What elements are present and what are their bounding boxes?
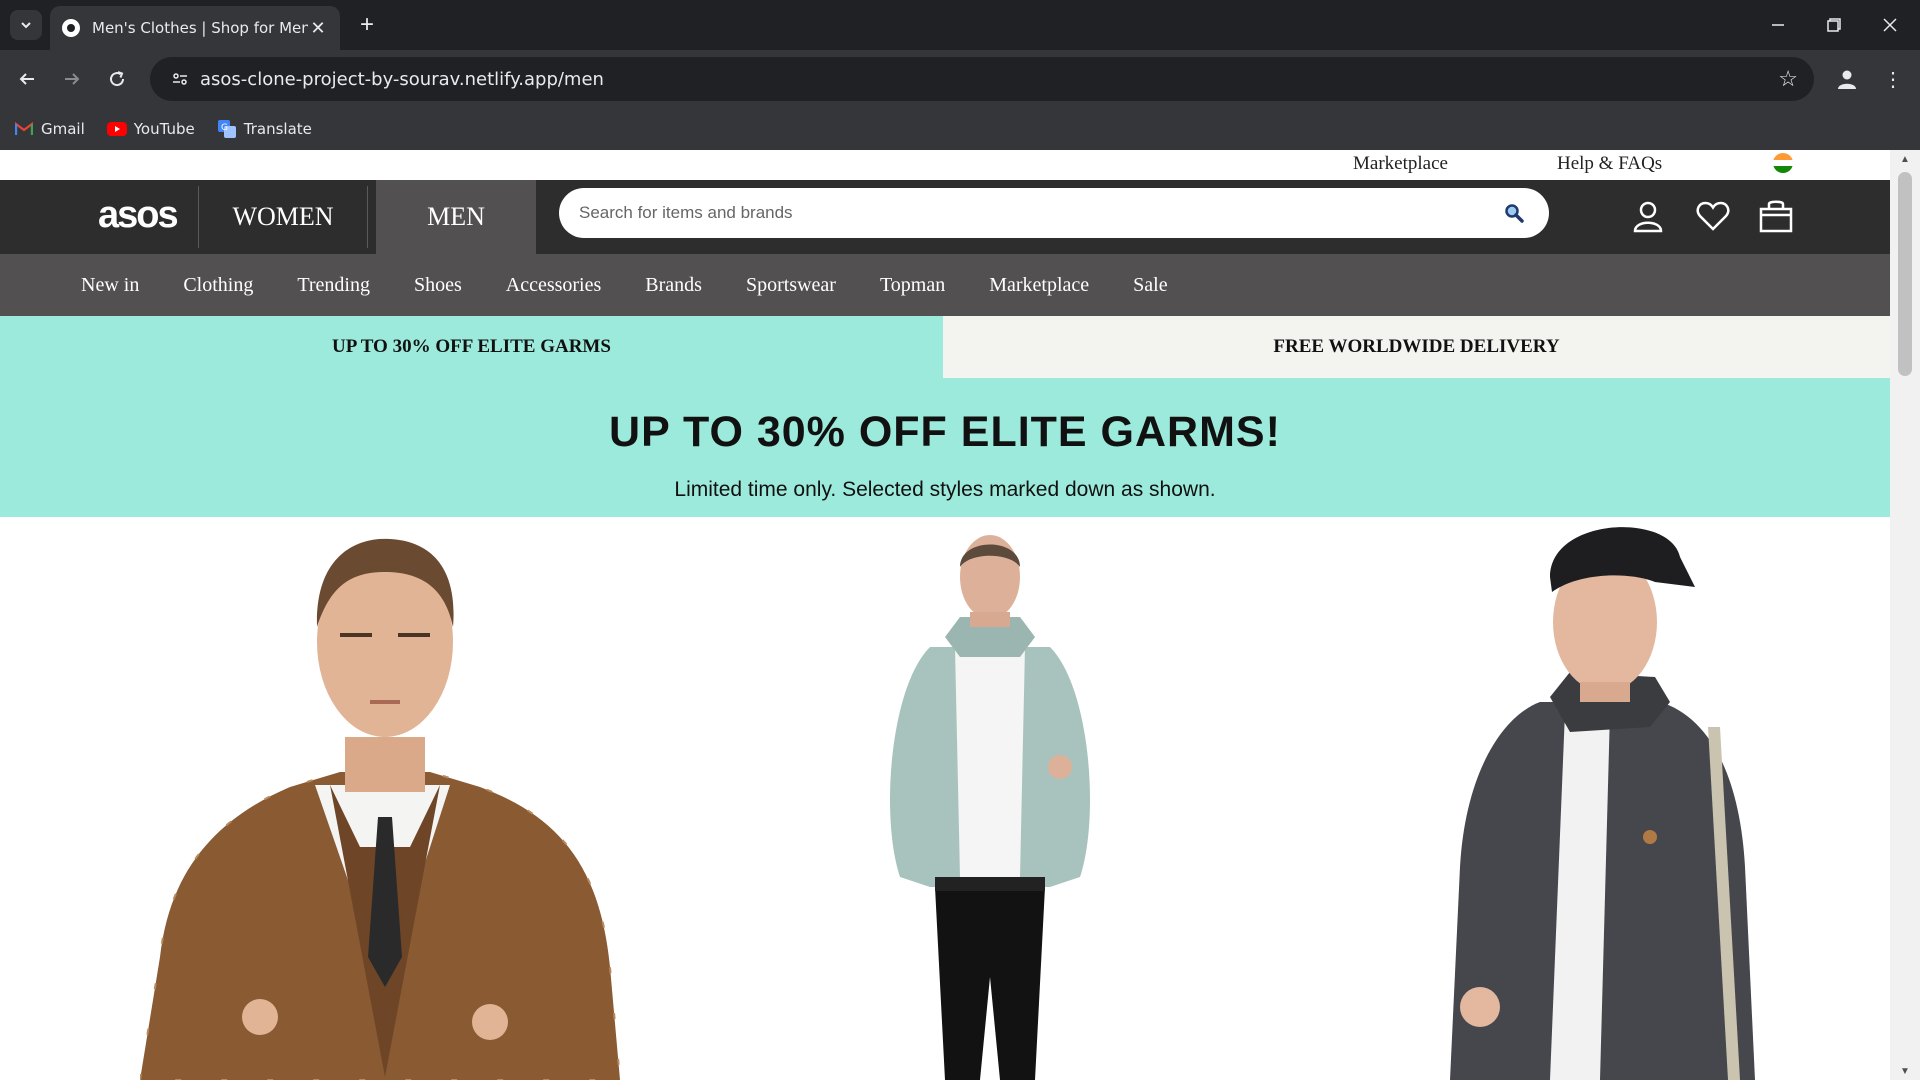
browser-toolbar: asos-clone-project-by-sourav.netlify.app… <box>0 50 1920 108</box>
bookmark-translate[interactable]: G Translate <box>217 120 312 138</box>
hero-title: UP TO 30% OFF ELITE GARMS! <box>609 408 1281 456</box>
bookmark-label: Gmail <box>41 120 85 138</box>
tab-men[interactable]: MEN <box>376 180 536 254</box>
bookmark-youtube[interactable]: YouTube <box>106 120 195 138</box>
forward-arrow-icon[interactable] <box>55 62 89 96</box>
header-divider <box>367 186 368 248</box>
site-header: asos WOMEN MEN <box>0 180 1890 254</box>
promo-strip: UP TO 30% OFF ELITE GARMS FREE WORLDWIDE… <box>0 316 1890 378</box>
scrollbar-thumb[interactable] <box>1898 172 1912 376</box>
new-tab-button[interactable]: + <box>352 10 382 40</box>
hero-subtitle: Limited time only. Selected styles marke… <box>674 478 1216 501</box>
gmail-icon <box>14 121 34 137</box>
wishlist-heart-icon[interactable] <box>1693 196 1733 236</box>
search-icon[interactable] <box>1499 198 1529 228</box>
promo-free-delivery[interactable]: FREE WORLDWIDE DELIVERY <box>943 316 1890 378</box>
minimize-icon[interactable] <box>1750 8 1806 42</box>
tab-search-button[interactable] <box>10 10 42 40</box>
india-flag-icon[interactable] <box>1773 153 1793 173</box>
shopping-bag-icon[interactable] <box>1756 196 1796 236</box>
hero-banner: UP TO 30% OFF ELITE GARMS! Limited time … <box>0 378 1890 517</box>
site-favicon-icon <box>62 19 80 37</box>
chevron-down-icon <box>21 22 31 29</box>
url-text: asos-clone-project-by-sourav.netlify.app… <box>200 68 604 90</box>
bookmark-star-icon[interactable]: ☆ <box>1778 66 1798 92</box>
browser-tab-bar: Men's Clothes | Shop for Men's ✕ + <box>0 0 1920 50</box>
page-viewport: Marketplace Help & FAQs asos WOMEN MEN S… <box>0 150 1920 1080</box>
tab-title: Men's Clothes | Shop for Men's <box>92 19 308 37</box>
category-nav: New in Clothing Trending Shoes Accessori… <box>0 254 1890 316</box>
bookmarks-bar: Gmail YouTube G Translate <box>0 108 1920 150</box>
browser-tab[interactable]: Men's Clothes | Shop for Men's ✕ <box>50 6 340 50</box>
back-arrow-icon[interactable] <box>10 62 44 96</box>
nav-item-clothing[interactable]: Clothing <box>183 274 253 297</box>
model-track-jacket-image[interactable] <box>1440 517 1760 1080</box>
nav-item-shoes[interactable]: Shoes <box>414 274 462 297</box>
youtube-icon <box>106 121 127 137</box>
nav-item-accessories[interactable]: Accessories <box>506 274 602 297</box>
tab-women[interactable]: WOMEN <box>199 180 367 254</box>
bookmark-gmail[interactable]: Gmail <box>14 120 85 138</box>
asos-logo[interactable]: asos <box>98 194 179 240</box>
promo-elite-garms[interactable]: UP TO 30% OFF ELITE GARMS <box>0 316 943 378</box>
nav-item-topman[interactable]: Topman <box>880 274 945 297</box>
nav-item-marketplace[interactable]: Marketplace <box>989 274 1089 297</box>
product-images <box>0 517 1890 1080</box>
model-brown-suit-image[interactable] <box>140 517 620 1080</box>
svg-text:G: G <box>221 123 228 133</box>
close-tab-icon[interactable]: ✕ <box>308 18 328 39</box>
search-input[interactable] <box>579 203 1499 223</box>
utility-bar: Marketplace Help & FAQs <box>0 150 1890 180</box>
account-icon[interactable] <box>1628 196 1668 236</box>
marketplace-link[interactable]: Marketplace <box>1353 153 1448 175</box>
asos-men-page: Marketplace Help & FAQs asos WOMEN MEN S… <box>0 150 1890 1080</box>
search-bar <box>559 188 1549 238</box>
translate-icon: G <box>217 120 237 138</box>
nav-item-new-in[interactable]: New in <box>81 274 139 297</box>
nav-item-trending[interactable]: Trending <box>297 274 370 297</box>
model-mint-jacket-image[interactable] <box>860 517 1120 1080</box>
bookmark-label: YouTube <box>133 120 195 138</box>
scroll-up-arrow-icon[interactable]: ▲ <box>1890 150 1920 168</box>
scroll-down-arrow-icon[interactable]: ▼ <box>1890 1062 1920 1080</box>
close-window-icon[interactable] <box>1862 8 1918 42</box>
nav-item-sportswear[interactable]: Sportswear <box>746 274 836 297</box>
page-scrollbar[interactable]: ▲ ▼ <box>1890 150 1920 1080</box>
site-info-icon[interactable] <box>160 70 200 88</box>
more-options-icon[interactable]: ⋮ <box>1876 62 1910 96</box>
help-faqs-link[interactable]: Help & FAQs <box>1557 153 1662 175</box>
nav-item-sale[interactable]: Sale <box>1133 274 1167 297</box>
nav-item-brands[interactable]: Brands <box>645 274 702 297</box>
address-bar[interactable]: asos-clone-project-by-sourav.netlify.app… <box>150 57 1814 101</box>
profile-icon[interactable] <box>1830 62 1864 96</box>
bookmark-label: Translate <box>243 120 312 138</box>
reload-icon[interactable] <box>100 62 134 96</box>
restore-icon[interactable] <box>1806 8 1862 42</box>
